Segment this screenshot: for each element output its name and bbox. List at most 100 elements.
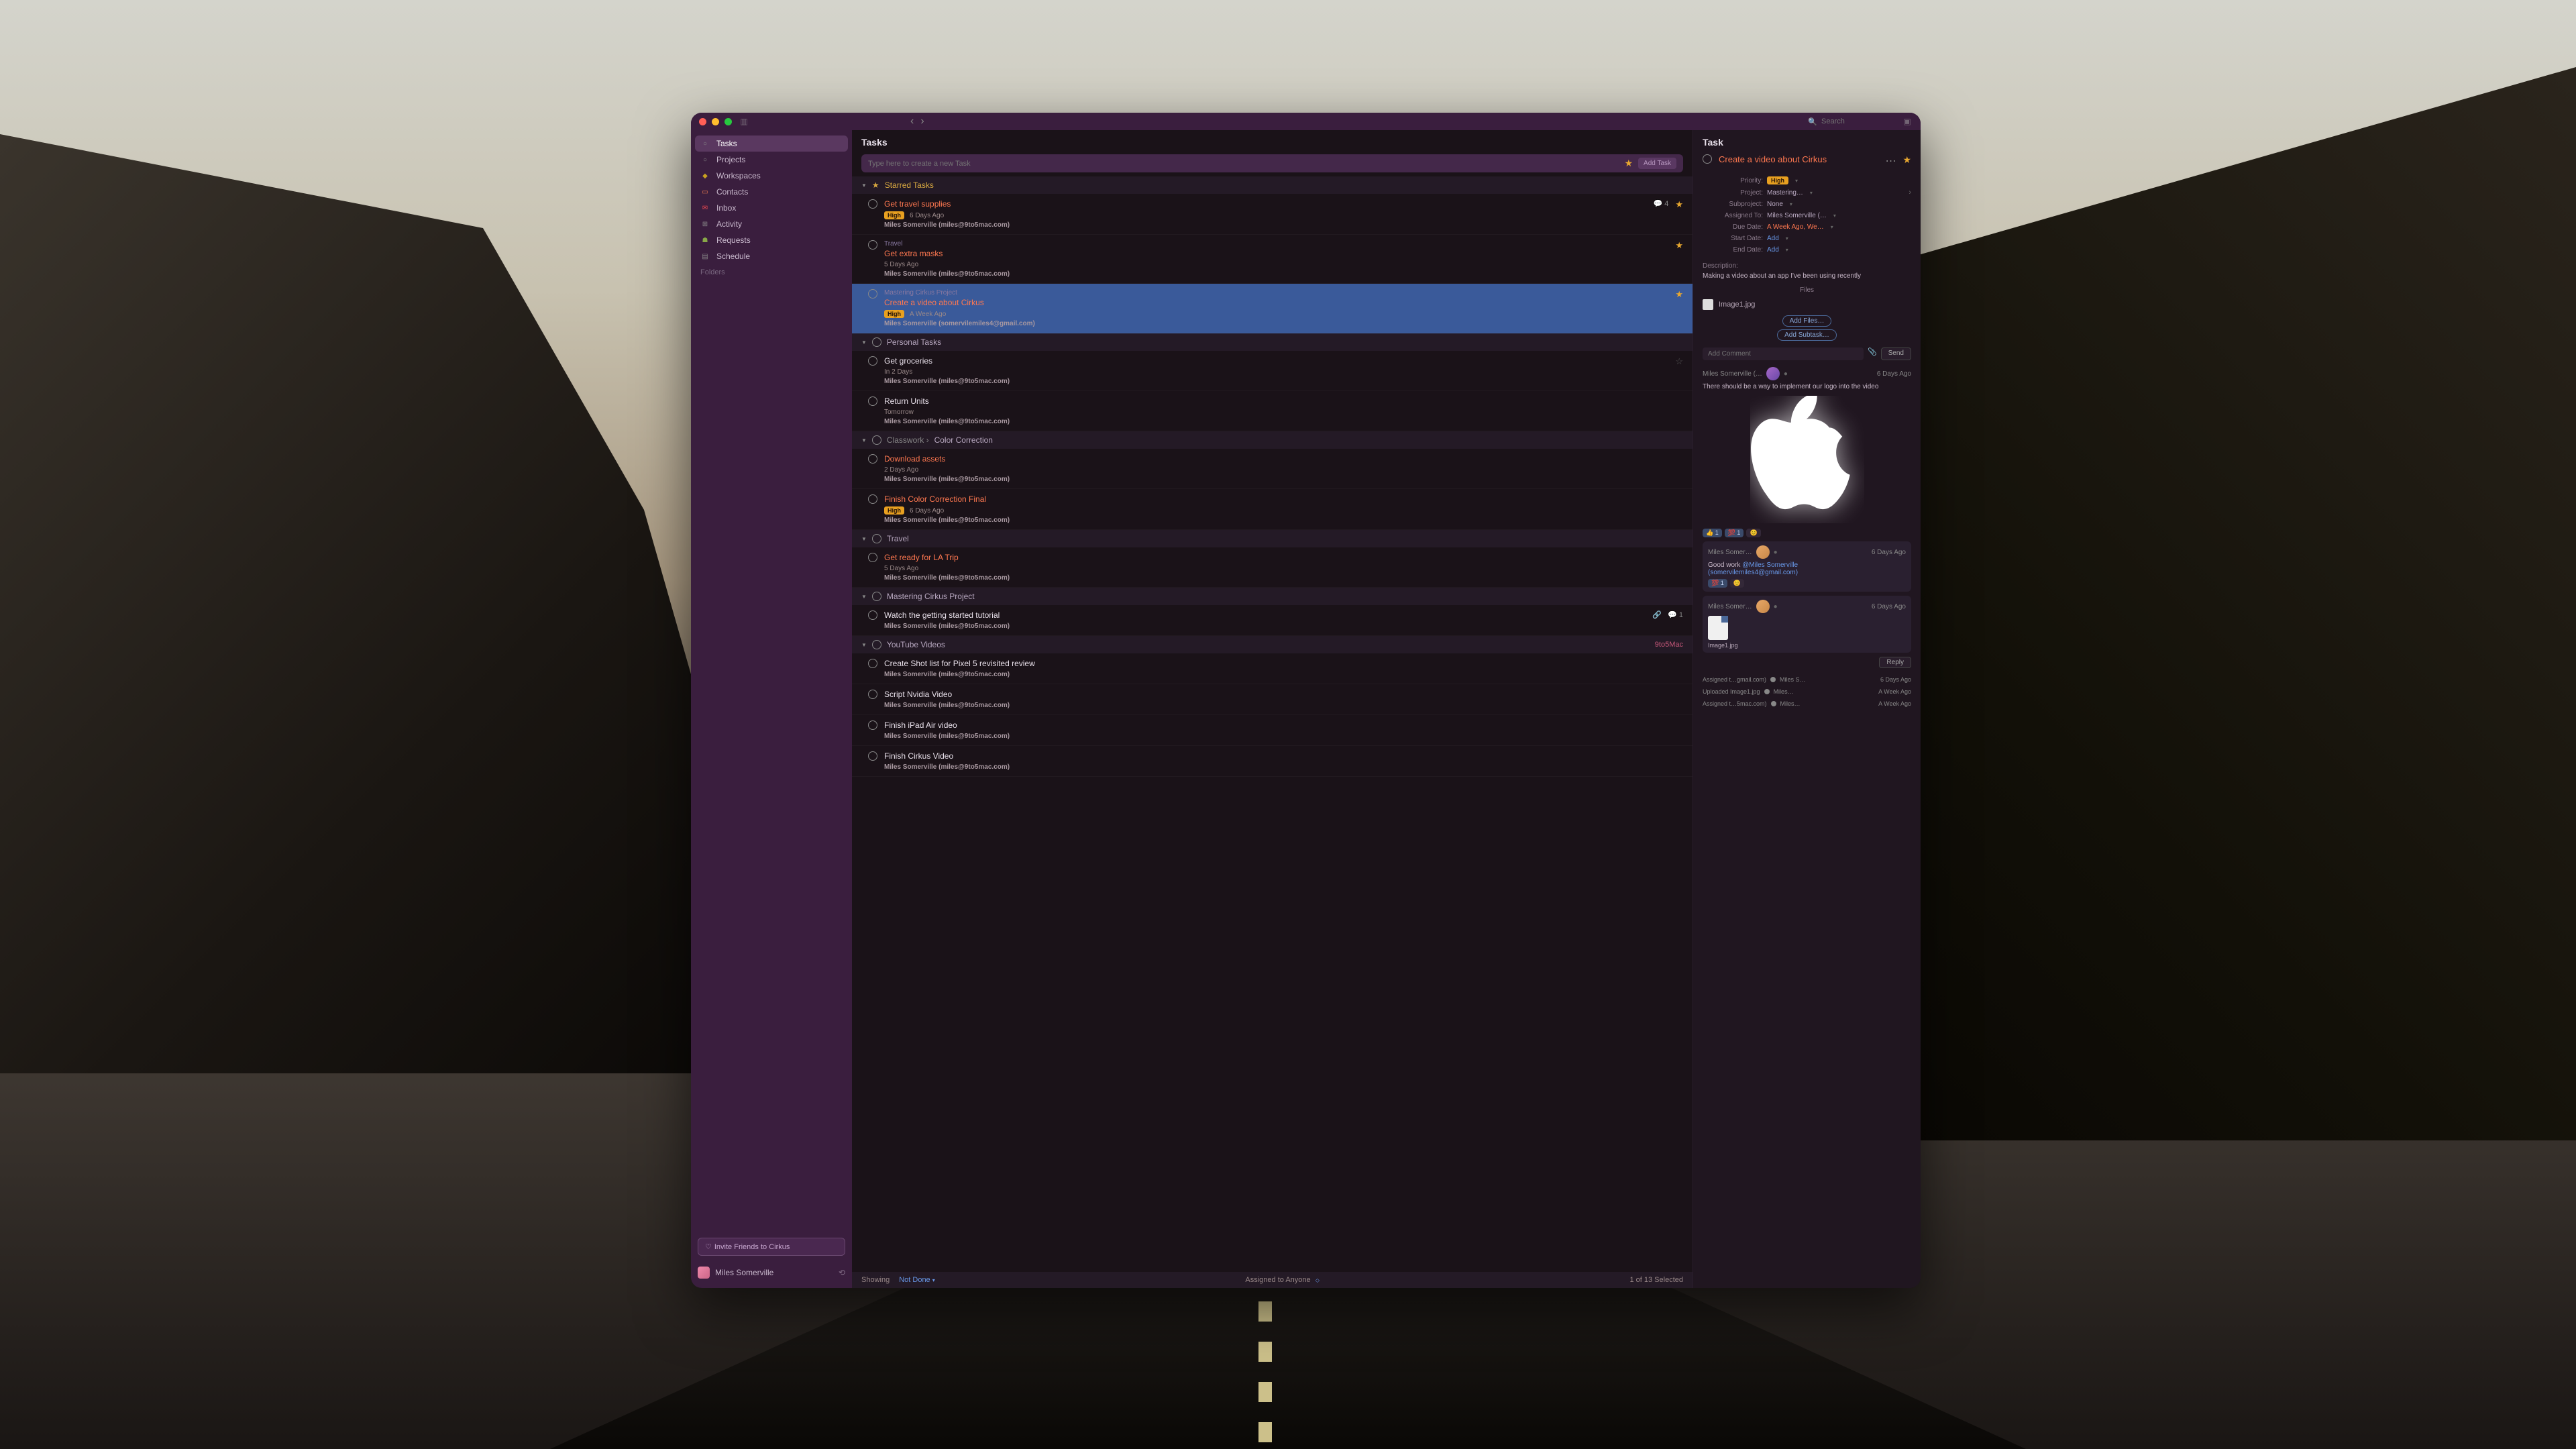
- task-complete-circle[interactable]: [868, 356, 877, 366]
- sidebar-item-inbox[interactable]: ✉Inbox: [691, 200, 852, 216]
- search-input[interactable]: [1821, 117, 1888, 125]
- assigned-filter[interactable]: Assigned to Anyone ◇: [1245, 1276, 1319, 1284]
- sidebar-item-contacts[interactable]: ▭Contacts: [691, 184, 852, 200]
- back-button[interactable]: ‹: [910, 115, 914, 127]
- sidebar-item-activity[interactable]: ⊞Activity: [691, 216, 852, 232]
- task-complete-circle[interactable]: [868, 720, 877, 730]
- section-header[interactable]: ▼YouTube Videos9to5Mac: [852, 636, 1693, 653]
- end-date-add[interactable]: Add: [1767, 246, 1779, 254]
- task-row[interactable]: Get travel supplies High6 Days Ago Miles…: [852, 194, 1693, 235]
- project-value[interactable]: Mastering…: [1767, 189, 1803, 197]
- task-row[interactable]: Finish Color Correction Final High6 Days…: [852, 489, 1693, 530]
- star-icon[interactable]: ☆: [1675, 356, 1683, 367]
- contacts-icon: ▭: [700, 187, 710, 197]
- goto-icon[interactable]: ›: [1909, 189, 1911, 197]
- sidebar-item-requests[interactable]: ☗Requests: [691, 232, 852, 248]
- star-icon[interactable]: ★: [1675, 289, 1683, 300]
- task-complete-circle[interactable]: [868, 659, 877, 668]
- minimize-window-button[interactable]: [712, 118, 719, 125]
- section-header[interactable]: ▼Personal Tasks: [852, 333, 1693, 351]
- panel-toggle-icon[interactable]: ▣: [1902, 116, 1913, 127]
- section-header[interactable]: ▼Travel: [852, 530, 1693, 547]
- task-row[interactable]: Finish iPad Air video Miles Somerville (…: [852, 715, 1693, 746]
- section-header[interactable]: ▼Mastering Cirkus Project: [852, 588, 1693, 605]
- task-complete-circle[interactable]: [868, 454, 877, 464]
- sidebar-item-schedule[interactable]: ▤Schedule: [691, 248, 852, 264]
- sidebar-item-tasks[interactable]: ○Tasks: [695, 136, 848, 152]
- comment-input[interactable]: [1703, 347, 1864, 360]
- star-icon[interactable]: ★: [1675, 199, 1683, 210]
- mention[interactable]: @Miles Somerville: [1742, 561, 1798, 569]
- priority-pill[interactable]: High: [1767, 176, 1788, 184]
- task-row[interactable]: Script Nvidia Video Miles Somerville (mi…: [852, 684, 1693, 715]
- section-circle-icon: [872, 337, 881, 347]
- fullscreen-window-button[interactable]: [724, 118, 732, 125]
- star-icon: ★: [872, 180, 879, 190]
- invite-friends-button[interactable]: ♡ Invite Friends to Cirkus: [698, 1238, 845, 1256]
- user-name: Miles Somerville: [715, 1268, 773, 1277]
- task-complete-circle[interactable]: [868, 610, 877, 620]
- file-attachment-icon[interactable]: [1708, 616, 1728, 640]
- task-complete-circle[interactable]: [868, 289, 877, 299]
- task-complete-circle[interactable]: [868, 396, 877, 406]
- settings-icon[interactable]: ⟲: [839, 1268, 845, 1277]
- new-task-input[interactable]: [868, 160, 1619, 168]
- task-row[interactable]: Return Units Tomorrow Miles Somerville (…: [852, 391, 1693, 431]
- task-row[interactable]: Finish Cirkus Video Miles Somerville (mi…: [852, 746, 1693, 777]
- subproject-value[interactable]: None: [1767, 201, 1783, 208]
- task-complete-circle[interactable]: [868, 690, 877, 699]
- star-icon[interactable]: ★: [1902, 154, 1911, 166]
- assigned-value[interactable]: Miles Somerville (…: [1767, 212, 1827, 219]
- reply-button[interactable]: Reply: [1879, 657, 1911, 668]
- task-complete-circle[interactable]: [1703, 154, 1712, 164]
- add-reaction-button[interactable]: 😊: [1746, 529, 1760, 537]
- sidebar-folders-label[interactable]: Folders: [691, 264, 852, 280]
- file-row[interactable]: Image1.jpg: [1703, 297, 1911, 313]
- priority-tag: High: [884, 310, 904, 318]
- section-circle-icon: [872, 640, 881, 649]
- sidebar-item-projects[interactable]: ○Projects: [691, 152, 852, 168]
- add-task-button[interactable]: Add Task: [1638, 158, 1676, 169]
- comment-body: There should be a way to implement our l…: [1703, 383, 1911, 390]
- star-icon[interactable]: ★: [1624, 158, 1633, 169]
- task-row[interactable]: Watch the getting started tutorial Miles…: [852, 605, 1693, 636]
- star-icon[interactable]: ★: [1675, 240, 1683, 251]
- reaction[interactable]: 💯 1: [1708, 579, 1727, 588]
- task-row[interactable]: Download assets 2 Days Ago Miles Somervi…: [852, 449, 1693, 489]
- search-field[interactable]: 🔍: [1808, 117, 1888, 126]
- section-header[interactable]: ▼★Starred Tasks: [852, 176, 1693, 194]
- task-row[interactable]: Get ready for LA Trip 5 Days Ago Miles S…: [852, 547, 1693, 588]
- attach-icon[interactable]: 📎: [1868, 347, 1877, 360]
- task-complete-circle[interactable]: [868, 240, 877, 250]
- sidebar-toggle-icon[interactable]: ▥: [739, 116, 749, 127]
- forward-button[interactable]: ›: [920, 115, 924, 127]
- task-complete-circle[interactable]: [868, 199, 877, 209]
- sidebar-item-workspaces[interactable]: ◆Workspaces: [691, 168, 852, 184]
- showing-filter[interactable]: Not Done ▾: [899, 1276, 935, 1284]
- task-row[interactable]: Travel Get extra masks 5 Days Ago Miles …: [852, 235, 1693, 284]
- task-complete-circle[interactable]: [868, 553, 877, 562]
- reaction[interactable]: 💯 1: [1725, 529, 1744, 537]
- sidebar: ○Tasks○Projects◆Workspaces▭Contacts✉Inbo…: [691, 130, 852, 1288]
- task-row[interactable]: Mastering Cirkus Project Create a video …: [852, 284, 1693, 333]
- chevron-down-icon: ▼: [861, 437, 867, 443]
- comment-time: 6 Days Ago: [1877, 370, 1911, 378]
- due-date-value[interactable]: A Week Ago, We…: [1767, 223, 1824, 231]
- current-user-row[interactable]: Miles Somerville ⟲: [691, 1263, 852, 1283]
- task-complete-circle[interactable]: [868, 751, 877, 761]
- add-subtask-button[interactable]: Add Subtask…: [1777, 329, 1837, 341]
- send-button[interactable]: Send: [1881, 347, 1911, 360]
- task-title: Watch the getting started tutorial: [884, 610, 1646, 620]
- task-row[interactable]: Get groceries In 2 Days Miles Somerville…: [852, 351, 1693, 391]
- apple-logo-image: [1750, 396, 1864, 523]
- more-icon[interactable]: ⋯: [1885, 154, 1896, 168]
- add-reaction-button[interactable]: 😊: [1730, 579, 1744, 588]
- due-text: 5 Days Ago: [884, 565, 918, 572]
- task-complete-circle[interactable]: [868, 494, 877, 504]
- section-header[interactable]: ▼Classwork › Color Correction: [852, 431, 1693, 449]
- reaction[interactable]: 👍 1: [1703, 529, 1722, 537]
- task-row[interactable]: Create Shot list for Pixel 5 revisited r…: [852, 653, 1693, 684]
- start-date-add[interactable]: Add: [1767, 235, 1779, 242]
- add-files-button[interactable]: Add Files…: [1782, 315, 1832, 327]
- close-window-button[interactable]: [699, 118, 706, 125]
